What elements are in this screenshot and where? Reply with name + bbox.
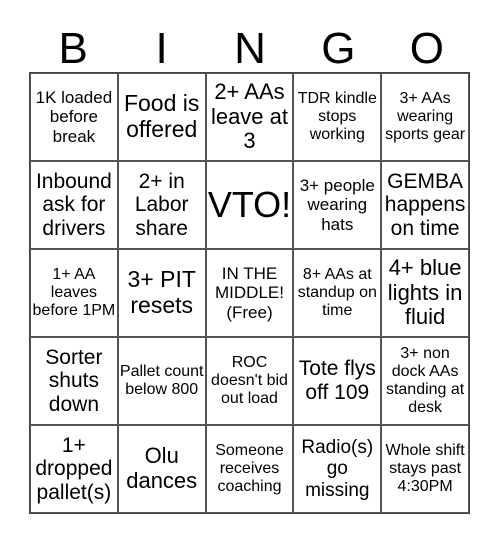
bingo-cell[interactable]: 3+ people wearing hats <box>293 161 382 249</box>
bingo-cell[interactable]: Someone receives coaching <box>205 425 294 513</box>
header-letter-o: O <box>409 24 444 73</box>
bingo-cell[interactable]: Radio(s) go missing <box>293 425 382 513</box>
bingo-cell[interactable]: 1+ dropped pallet(s) <box>30 425 118 513</box>
bingo-header: B I N G O <box>29 26 471 72</box>
bingo-cell[interactable]: Whole shift stays past 4:30PM <box>381 425 469 513</box>
bingo-cell[interactable]: TDR kindle stops working <box>293 73 382 161</box>
bingo-cell[interactable]: 3+ PIT resets <box>117 249 206 337</box>
bingo-cell[interactable]: 2+ in Labor share <box>117 161 206 249</box>
header-letter-b: B <box>58 24 88 73</box>
bingo-cell[interactable]: 3+ non dock AAs standing at desk <box>381 337 469 425</box>
bingo-cell[interactable]: 2+ AAs leave at 3 <box>205 73 294 161</box>
header-letter-n: N <box>234 24 266 73</box>
bingo-cell[interactable]: 1+ AA leaves before 1PM <box>30 249 118 337</box>
bingo-cell[interactable]: VTO! <box>205 161 294 249</box>
bingo-cell[interactable]: Tote flys off 109 <box>293 337 382 425</box>
bingo-cell[interactable]: ROC doesn't bid out load <box>205 337 294 425</box>
bingo-cell[interactable]: Sorter shuts down <box>30 337 118 425</box>
bingo-grid: 1K loaded before break Food is offered 2… <box>29 72 470 514</box>
bingo-cell[interactable]: Inbound ask for drivers <box>30 161 118 249</box>
bingo-cell[interactable]: 8+ AAs at standup on time <box>293 249 382 337</box>
bingo-cell[interactable]: Olu dances <box>117 425 206 513</box>
bingo-cell[interactable]: 4+ blue lights in fluid <box>381 249 469 337</box>
free-space-cell[interactable]: IN THE MIDDLE! (Free) <box>205 249 294 337</box>
header-letter-i: I <box>155 24 168 73</box>
bingo-cell[interactable]: 1K loaded before break <box>30 73 118 161</box>
header-letter-g: G <box>321 24 356 73</box>
bingo-cell[interactable]: 3+ AAs wearing sports gear <box>381 73 469 161</box>
bingo-cell[interactable]: Pallet count below 800 <box>117 337 206 425</box>
bingo-cell[interactable]: GEMBA happens on time <box>381 161 469 249</box>
bingo-cell[interactable]: Food is offered <box>117 73 206 161</box>
